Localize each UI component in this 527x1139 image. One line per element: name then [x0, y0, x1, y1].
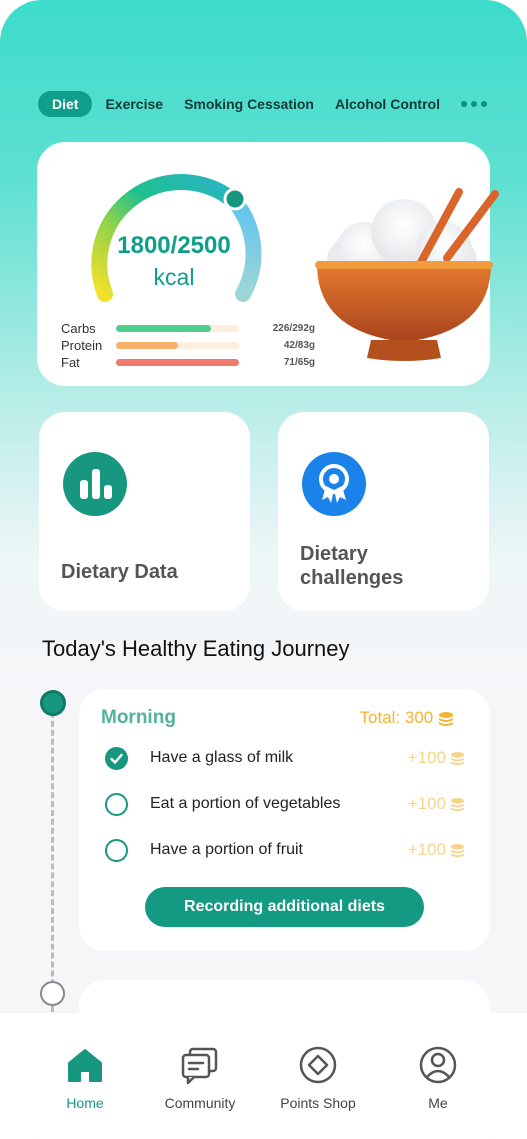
feature-label: Dietary Data — [61, 561, 178, 583]
total-label: Total: 300 — [359, 708, 434, 727]
unchecked-circle-icon[interactable] — [105, 838, 128, 862]
nav-label: Community — [164, 1095, 236, 1111]
macro-track — [116, 324, 239, 332]
task-points: +100 — [408, 840, 465, 860]
timeline-line — [51, 712, 54, 1012]
dietary-data-card[interactable]: Dietary Data — [39, 412, 250, 611]
macro-track — [116, 341, 239, 349]
nav-points-shop[interactable]: Points Shop — [263, 1045, 373, 1111]
task-row[interactable]: Have a glass of milk +100 — [105, 744, 475, 772]
category-tabs: Diet Exercise Smoking Cessation Alcohol … — [38, 90, 507, 118]
unchecked-circle-icon[interactable] — [105, 792, 128, 816]
profile-icon — [419, 1046, 457, 1084]
nav-home[interactable]: Home — [30, 1045, 140, 1111]
period-title: Morning — [101, 707, 176, 728]
nav-label: Points Shop — [280, 1095, 356, 1111]
calorie-card[interactable]: 1800/2500 kcal Carbs 226/292g Protein 42… — [37, 142, 499, 386]
task-points-value: +100 — [407, 794, 446, 813]
tab-smoking-cessation[interactable]: Smoking Cessation — [184, 96, 314, 112]
bottom-navigation: Home Community Points Shop Me — [0, 1013, 527, 1139]
task-points-value: +100 — [407, 748, 446, 767]
phone-screen: Diet Exercise Smoking Cessation Alcohol … — [0, 0, 527, 1139]
nav-label: Home — [66, 1095, 104, 1111]
feature-label-line2: challenges — [300, 567, 404, 589]
record-additional-diets-button[interactable]: Recording additional diets — [145, 887, 424, 927]
calorie-unit: kcal — [153, 264, 195, 290]
coin-stack-icon — [450, 797, 465, 811]
calorie-value: 1800/2500 — [117, 232, 231, 259]
tab-alcohol-control[interactable]: Alcohol Control — [335, 96, 440, 112]
tab-exercise[interactable]: Exercise — [105, 96, 163, 112]
coin-stack-icon — [450, 843, 465, 857]
rice-bowl-illustration — [315, 188, 499, 361]
morning-journey-card: Morning Total: 300 Have a glass of milk … — [79, 689, 490, 951]
points-shop-icon — [299, 1046, 337, 1084]
task-points: +100 — [408, 794, 465, 814]
timeline-dot — [40, 981, 65, 1006]
macro-value: 71/65g — [283, 356, 315, 368]
task-label: Eat a portion of vegetables — [150, 795, 341, 812]
macro-row-protein: Protein 42/83g — [61, 337, 315, 353]
feature-label: Dietary challenges — [300, 542, 403, 590]
community-icon — [181, 1047, 218, 1085]
timeline-dot-active — [40, 690, 66, 716]
macro-name: Fat — [61, 354, 80, 370]
macro-track — [116, 358, 239, 366]
award-ribbon-icon — [302, 452, 366, 516]
task-label: Have a portion of fruit — [150, 841, 303, 858]
nav-community[interactable]: Community — [145, 1045, 255, 1111]
coin-stack-icon — [450, 751, 465, 765]
checkmark-icon[interactable] — [105, 746, 128, 770]
coin-stack-icon — [439, 711, 453, 726]
macro-fill — [116, 324, 212, 332]
dietary-challenges-card[interactable]: Dietary challenges — [278, 412, 489, 611]
macro-name: Carbs — [61, 320, 96, 336]
nav-me[interactable]: Me — [383, 1045, 493, 1111]
period-total: Total: 300 — [360, 708, 454, 728]
more-dots-icon[interactable] — [460, 101, 487, 107]
macro-row-fat: Fat 71/65g — [61, 354, 315, 370]
task-row[interactable]: Have a portion of fruit +100 — [105, 836, 475, 864]
section-title: Today's Healthy Eating Journey — [42, 636, 350, 661]
macro-fill — [116, 358, 239, 366]
feature-label-line1: Dietary — [300, 543, 368, 565]
task-label: Have a glass of milk — [150, 749, 294, 766]
macro-value: 226/292g — [272, 322, 315, 334]
nav-label: Me — [428, 1095, 448, 1111]
task-row[interactable]: Eat a portion of vegetables +100 — [105, 790, 475, 818]
macro-name: Protein — [61, 337, 103, 353]
macro-row-carbs: Carbs 226/292g — [61, 320, 315, 336]
bar-chart-icon — [63, 452, 127, 516]
task-points: +100 — [408, 748, 465, 768]
gauge-knob — [223, 187, 247, 211]
task-points-value: +100 — [407, 840, 446, 859]
home-icon — [68, 1049, 102, 1082]
macro-fill — [116, 341, 179, 349]
tab-diet[interactable]: Diet — [38, 91, 93, 117]
macro-value: 42/83g — [283, 339, 315, 351]
